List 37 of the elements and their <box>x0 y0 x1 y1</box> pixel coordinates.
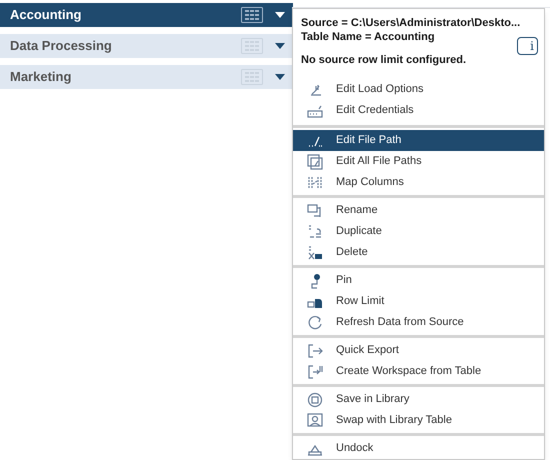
table-tab[interactable]: Marketing <box>0 65 293 89</box>
menu-item-icon <box>307 174 323 190</box>
menu-item[interactable]: Edit File Path <box>293 130 544 151</box>
grid-icon[interactable] <box>241 7 263 23</box>
menu-item-icon <box>307 342 323 358</box>
menu-item[interactable]: Quick Export <box>293 340 544 361</box>
menu-item[interactable]: Save in Library <box>293 389 544 410</box>
menu-item-icon <box>307 314 323 330</box>
menu-item[interactable]: Edit Load Options <box>293 79 544 100</box>
table-tab[interactable]: Data Processing <box>0 34 293 58</box>
table-tab[interactable]: Accounting <box>0 3 293 27</box>
menu-item-icon <box>307 364 323 380</box>
menu-item-icon <box>307 412 323 428</box>
info-text: Source = C:\Users\Administrator\Deskto... <box>301 16 522 30</box>
menu-item[interactable]: Rename <box>293 200 544 221</box>
row-limit-note: No source row limit configured. <box>301 53 468 67</box>
menu-item[interactable]: Create Workspace from Table <box>293 361 544 382</box>
menu-item-icon <box>307 154 323 170</box>
menu-item[interactable]: Swap with Library Table <box>293 410 544 431</box>
menu-item[interactable]: Undock <box>293 438 544 459</box>
menu-item[interactable]: Refresh Data from Source <box>293 312 544 333</box>
menu-item[interactable]: Delete <box>293 242 544 263</box>
menu-item[interactable]: Pin <box>293 270 544 291</box>
menu-item[interactable]: Duplicate <box>293 221 544 242</box>
menu-item-icon <box>307 244 323 260</box>
menu-item-icon <box>307 202 323 218</box>
menu-item-icon <box>307 224 323 240</box>
menu-item[interactable]: Map Columns <box>293 172 544 193</box>
menu-item[interactable]: Edit All File Paths <box>293 151 544 172</box>
dropdown-caret-icon[interactable] <box>275 74 285 80</box>
info-button[interactable]: i <box>517 37 538 55</box>
menu-item[interactable]: Edit Credentials <box>293 100 544 121</box>
menu-item[interactable]: Row Limit <box>293 291 544 312</box>
dropdown-caret-icon[interactable] <box>275 43 285 49</box>
menu-item-icon <box>307 392 323 408</box>
info-text: Table Name = Accounting <box>301 30 436 44</box>
dropdown-caret-icon[interactable] <box>275 12 285 18</box>
